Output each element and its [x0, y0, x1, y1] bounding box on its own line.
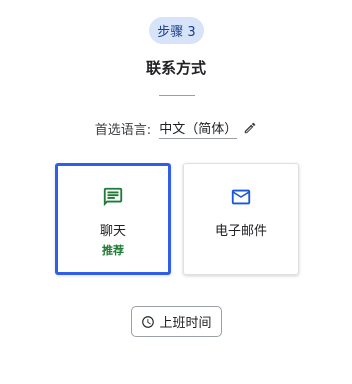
page-title: 联系方式	[145, 59, 206, 77]
step-badge: 步骤 3	[149, 17, 204, 44]
chat-option-card[interactable]: 聊天 推荐	[55, 163, 171, 275]
contact-method-page: 步骤 3 联系方式 首选语言: 中文（简体） 聊天 推荐 电子邮件 上班时间	[0, 0, 352, 384]
business-hours-button[interactable]: 上班时间	[131, 306, 222, 337]
mail-icon	[230, 186, 252, 208]
chat-icon	[102, 186, 124, 208]
preferred-language-label: 首选语言:	[94, 122, 152, 138]
recommended-label: 推荐	[102, 244, 124, 257]
clock-icon	[141, 315, 155, 329]
pencil-icon[interactable]	[243, 121, 257, 135]
chat-option-label: 聊天	[99, 224, 126, 239]
business-hours-label: 上班时间	[159, 316, 212, 331]
preferred-language-row: 首选语言: 中文（简体）	[0, 118, 352, 139]
divider	[159, 95, 195, 96]
preferred-language-value[interactable]: 中文（简体）	[159, 118, 238, 139]
email-option-card[interactable]: 电子邮件	[183, 163, 299, 275]
email-option-label: 电子邮件	[214, 224, 267, 239]
